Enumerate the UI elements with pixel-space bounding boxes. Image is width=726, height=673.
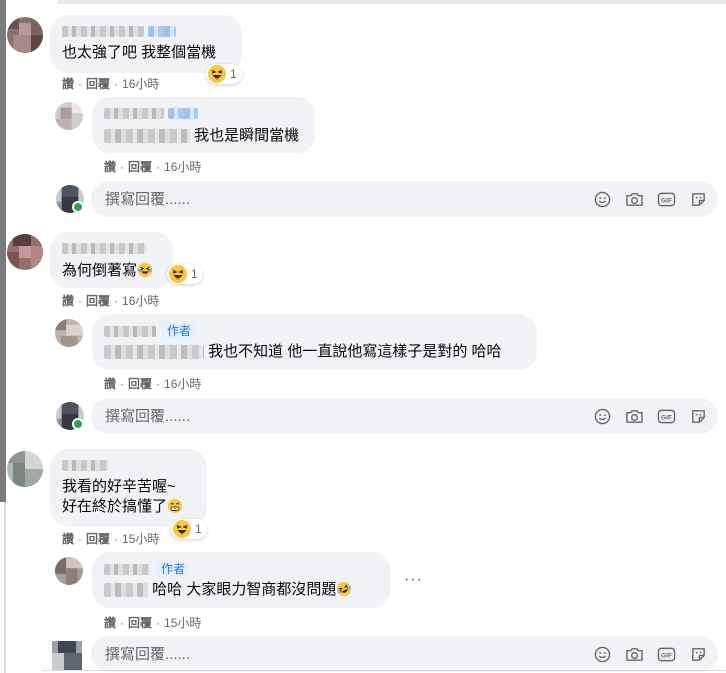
sticker-icon[interactable] — [688, 189, 708, 209]
sticker-icon[interactable] — [688, 406, 708, 426]
reaction-summary[interactable]: 1 — [171, 519, 207, 539]
svg-text:GIF: GIF — [660, 414, 671, 421]
grinning-emoji-icon — [167, 498, 183, 514]
avatar[interactable] — [7, 17, 43, 53]
author-badge: 作者 — [156, 560, 191, 578]
reply-button[interactable]: 回覆 — [86, 77, 110, 91]
svg-text:GIF: GIF — [660, 197, 671, 204]
comment-text: 也太強了吧 我整個當機 — [62, 44, 217, 61]
reply-text: 我也是瞬間當機 — [194, 127, 300, 144]
commenter-name[interactable] — [104, 325, 156, 337]
commenter-name[interactable] — [62, 23, 230, 41]
timestamp[interactable]: 16小時 — [164, 377, 201, 391]
timestamp[interactable]: 15小時 — [122, 532, 159, 546]
timestamp[interactable]: 16小時 — [164, 160, 201, 174]
mention[interactable] — [104, 129, 190, 144]
reply-input[interactable] — [103, 189, 592, 209]
reaction-count: 1 — [191, 267, 198, 281]
reaction-count: 1 — [230, 67, 237, 81]
camera-icon[interactable] — [624, 189, 644, 209]
reaction-summary[interactable]: 1 — [167, 264, 203, 284]
reply-actions: 讚 · 回覆 · 16小時 — [104, 377, 202, 391]
smiley-icon[interactable] — [592, 644, 612, 664]
haha-reaction-icon — [173, 520, 191, 538]
avatar[interactable] — [55, 102, 83, 130]
comment-text: 為何倒著寫 — [62, 262, 138, 279]
commenter-name[interactable] — [62, 457, 195, 475]
like-button[interactable]: 讚 — [104, 160, 116, 174]
avatar[interactable] — [7, 451, 43, 487]
reply-button[interactable]: 回覆 — [86, 294, 110, 308]
commenter-name[interactable] — [104, 105, 303, 123]
comment-text-line1: 我看的好辛苦喔~ — [62, 478, 176, 495]
thread-indicator — [0, 0, 6, 502]
gif-icon[interactable]: GIF — [656, 406, 676, 426]
reply-bubble: 我也是瞬間當機 — [92, 97, 315, 153]
avatar[interactable] — [55, 319, 83, 347]
reply-bubble: 作者 我也不知道 他一直說他寫這樣子是對的 哈哈 — [92, 314, 537, 370]
timestamp[interactable]: 16小時 — [122, 77, 159, 91]
reply-button[interactable]: 回覆 — [128, 377, 152, 391]
reply-button[interactable]: 回覆 — [128, 616, 152, 630]
comment-actions: 讚 · 回覆 · 16小時 — [62, 294, 160, 308]
comment-actions: 讚 · 回覆 · 16小時 — [62, 77, 160, 91]
gif-icon[interactable]: GIF — [656, 189, 676, 209]
reply-button[interactable]: 回覆 — [86, 532, 110, 546]
reply-button[interactable]: 回覆 — [128, 160, 152, 174]
rolling-laughing-emoji-icon — [337, 582, 352, 597]
reaction-count: 1 — [195, 522, 202, 536]
sticker-icon[interactable] — [688, 644, 708, 664]
haha-reaction-icon — [169, 265, 187, 283]
comment-actions: 讚 · 回覆 · 15小時 — [62, 532, 160, 546]
like-button[interactable]: 讚 — [104, 377, 116, 391]
like-button[interactable]: 讚 — [104, 616, 116, 630]
like-button[interactable]: 讚 — [62, 77, 74, 91]
reply-text: 我也不知道 他一直說他寫這樣子是對的 哈哈 — [208, 343, 502, 361]
camera-icon[interactable] — [624, 406, 644, 426]
comment-bubble: 我看的好辛苦喔~ 好在終於搞懂了 — [50, 449, 207, 526]
like-button[interactable]: 讚 — [62, 294, 74, 308]
camera-icon[interactable] — [624, 644, 644, 664]
online-status-dot — [72, 201, 84, 213]
author-badge: 作者 — [162, 322, 197, 340]
thread-indicator-lower — [4, 502, 6, 673]
reply-bubble: 作者 哈哈 大家眼力智商都沒問題 — [92, 552, 390, 608]
mention[interactable] — [104, 345, 204, 360]
smiley-icon[interactable] — [592, 189, 612, 209]
reply-text: 哈哈 大家眼力智商都沒問題 — [152, 581, 337, 599]
gif-icon[interactable]: GIF — [656, 644, 676, 664]
commenter-name[interactable] — [104, 563, 150, 575]
avatar[interactable] — [7, 234, 43, 270]
comment-text-line2: 好在終於搞懂了 — [62, 498, 168, 515]
svg-text:GIF: GIF — [660, 652, 671, 659]
timestamp[interactable]: 16小時 — [122, 294, 159, 308]
top-divider — [58, 0, 726, 4]
laughing-emoji-icon — [137, 262, 153, 278]
avatar[interactable] — [55, 557, 83, 585]
commenter-name[interactable] — [62, 240, 161, 258]
more-options-icon[interactable]: ··· — [404, 571, 423, 589]
reply-actions: 讚 · 回覆 · 16小時 — [104, 160, 202, 174]
smiley-icon[interactable] — [592, 406, 612, 426]
timestamp[interactable]: 15小時 — [164, 616, 201, 630]
mention[interactable] — [104, 583, 148, 598]
reply-input[interactable] — [103, 406, 592, 426]
haha-reaction-icon — [208, 65, 226, 83]
reply-composer: GIF — [91, 181, 718, 217]
my-avatar — [52, 641, 82, 671]
reply-actions: 讚 · 回覆 · 15小時 — [104, 616, 202, 630]
like-button[interactable]: 讚 — [62, 532, 74, 546]
reaction-summary[interactable]: 1 — [206, 64, 242, 84]
reply-composer: GIF — [91, 398, 718, 434]
comment-bubble: 為何倒著寫 — [50, 232, 173, 288]
reply-input[interactable] — [103, 644, 592, 664]
online-status-dot — [72, 418, 84, 430]
bottom-divider — [42, 670, 726, 671]
reply-composer: GIF — [91, 636, 718, 672]
